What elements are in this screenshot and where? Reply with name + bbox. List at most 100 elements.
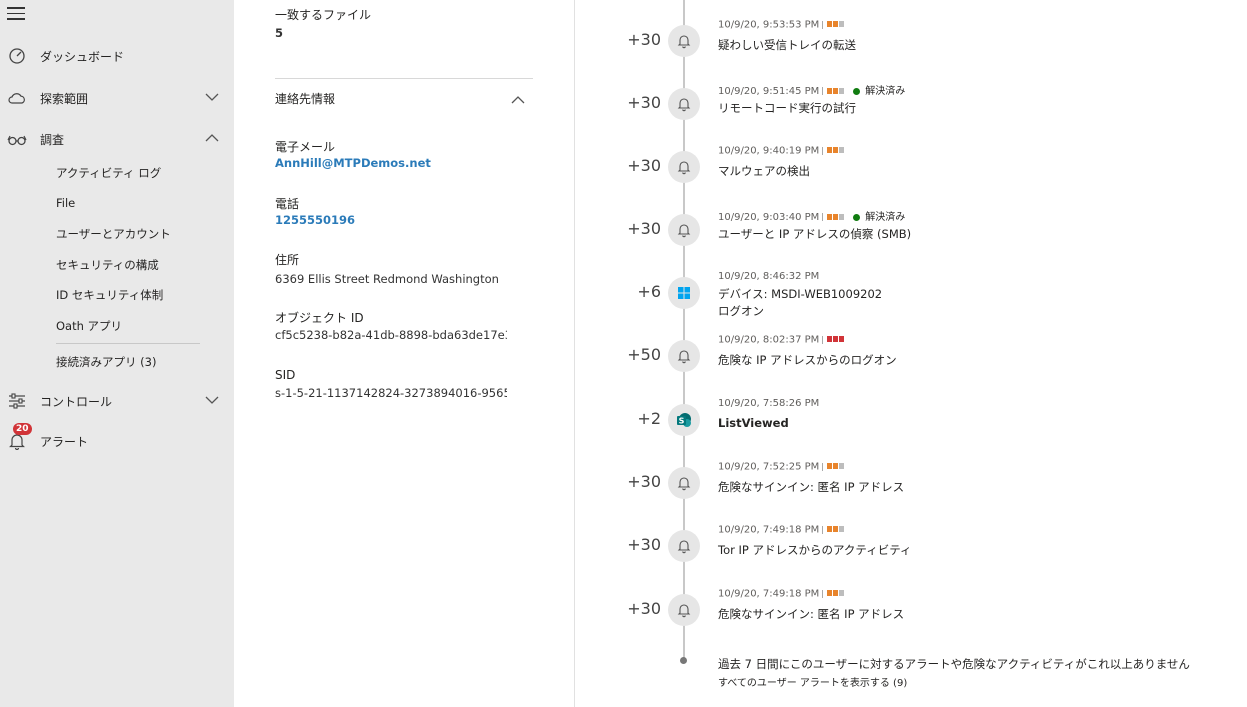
event-title[interactable]: 危険なサインイン: 匿名 IP アドレス: [718, 606, 904, 622]
hamburger-menu-icon[interactable]: [7, 7, 25, 21]
nav-item-dashboard[interactable]: ダッシュボード: [0, 41, 234, 71]
timeline-event[interactable]: +30 10/9/20, 9:03:40 PM 解決済み ユーザーと IP アドレスの…: [575, 202, 1247, 262]
event-risk-score: +30: [627, 30, 661, 49]
event-risk-score: +30: [627, 156, 661, 175]
bell-icon[interactable]: [668, 25, 700, 57]
event-timestamp: 10/9/20, 9:51:45 PM: [718, 86, 820, 97]
timeline-event[interactable]: +30 10/9/20, 7:52:25 PM 危険なサインイン: 匿名 IP アド…: [575, 455, 1247, 515]
severity-indicator-icon: [827, 145, 845, 156]
event-title[interactable]: 疑わしい受信トレイの転送: [718, 37, 856, 53]
timeline-event[interactable]: +2 S 10/9/20, 7:58:26 PM ListViewed: [575, 392, 1247, 452]
bell-icon[interactable]: [668, 594, 700, 626]
timeline-event[interactable]: +30 10/9/20, 9:53:53 PM 疑わしい受信トレイの転送: [575, 13, 1247, 73]
event-title[interactable]: ユーザーと IP アドレスの偵察 (SMB): [718, 226, 911, 242]
nav-item-control[interactable]: コントロール: [0, 386, 234, 416]
subnav-identity-security-posture[interactable]: ID セキュリティ体制: [56, 287, 163, 303]
section-divider: [275, 78, 533, 79]
event-timestamp: 10/9/20, 8:46:32 PM: [718, 271, 820, 282]
event-risk-score: +30: [627, 472, 661, 491]
severity-indicator-icon: [827, 524, 845, 535]
status-dot-icon: [853, 87, 861, 95]
severity-separator: [822, 213, 824, 221]
subnav-connected-apps[interactable]: 接続済みアプリ (3): [56, 354, 156, 370]
nav-item-investigate[interactable]: 調査: [0, 124, 234, 154]
event-timestamp: 10/9/20, 8:02:37 PM: [718, 334, 820, 346]
event-timestamp: 10/9/20, 7:52:25 PM: [718, 461, 820, 473]
timeline-event[interactable]: +30 10/9/20, 9:51:45 PM 解決済み リモートコード実行の試行: [575, 76, 1247, 136]
nav-label-alerts: アラート: [40, 435, 89, 449]
resolved-status: 解決済み: [853, 208, 905, 223]
bell-icon[interactable]: [668, 467, 700, 499]
event-title[interactable]: 危険な IP アドレスからのログオン: [718, 352, 897, 368]
phone-link[interactable]: 1255550196: [275, 213, 355, 227]
event-meta: 10/9/20, 8:46:32 PM: [718, 271, 819, 282]
event-meta: 10/9/20, 9:40:19 PM: [718, 145, 845, 157]
nav-item-discovery[interactable]: 探索範囲: [0, 83, 234, 113]
chevron-up-icon[interactable]: [510, 95, 526, 105]
nav-label-investigate: 調査: [40, 133, 65, 147]
event-risk-score: +30: [627, 93, 661, 112]
phone-label: 電話: [275, 197, 300, 211]
subnav-files[interactable]: File: [56, 196, 75, 210]
contact-info-header[interactable]: 連絡先情報: [275, 90, 335, 107]
matching-files-value: 5: [275, 26, 284, 40]
event-meta: 10/9/20, 9:03:40 PM 解決済み: [718, 208, 905, 223]
event-risk-score: +50: [627, 345, 661, 364]
severity-indicator-icon: [827, 86, 845, 97]
subnav-security-config[interactable]: セキュリティの構成: [56, 257, 159, 273]
timeline-event[interactable]: +30 10/9/20, 7:49:18 PM Tor IP アドレスからのアクティ…: [575, 518, 1247, 578]
sid-label: SID: [275, 368, 296, 382]
event-timestamp: 10/9/20, 9:53:53 PM: [718, 19, 820, 31]
bell-icon[interactable]: [668, 530, 700, 562]
event-timestamp: 10/9/20, 7:58:26 PM: [718, 398, 820, 409]
matching-files-label: 一致するファイル: [275, 8, 372, 22]
severity-indicator-icon: [827, 212, 845, 223]
event-title[interactable]: ListViewed: [718, 416, 789, 430]
bell-icon[interactable]: [668, 88, 700, 120]
bell-icon[interactable]: [668, 214, 700, 246]
subnav-activity-log[interactable]: アクティビティ ログ: [56, 165, 161, 181]
sharepoint-icon[interactable]: S: [668, 404, 700, 436]
timeline-event[interactable]: +6 10/9/20, 8:46:32 PM デバイス: MSDI-WEB10092…: [575, 265, 1247, 325]
subnav-users-accounts[interactable]: ユーザーとアカウント: [56, 226, 171, 242]
view-all-alerts-link[interactable]: すべてのユーザー アラートを表示する (9): [718, 674, 907, 689]
severity-separator: [822, 525, 824, 534]
event-meta: 10/9/20, 7:49:18 PM: [718, 588, 845, 600]
event-title[interactable]: Tor IP アドレスからのアクティビティ: [718, 542, 912, 558]
event-risk-score: +6: [637, 282, 661, 301]
svg-text:S: S: [679, 417, 685, 426]
chevron-down-icon: [205, 93, 219, 101]
windows-logo-icon[interactable]: [668, 277, 700, 309]
event-timestamp: 10/9/20, 7:49:18 PM: [718, 524, 820, 536]
bell-icon[interactable]: [668, 151, 700, 183]
email-link[interactable]: AnnHill@MTPDemos.net: [275, 156, 431, 170]
timeline-footer-message: 過去 7 日間にこのユーザーに対するアラートや危険なアクティビティがこれ以上あり…: [718, 657, 1190, 671]
severity-separator: [822, 335, 824, 344]
event-meta: 10/9/20, 7:58:26 PM: [718, 398, 819, 409]
severity-indicator-icon: [827, 588, 845, 599]
event-title[interactable]: リモートコード実行の試行: [718, 100, 856, 116]
event-risk-score: +30: [627, 535, 661, 554]
event-title[interactable]: 危険なサインイン: 匿名 IP アドレス: [718, 479, 904, 495]
timeline-end-dot: [680, 657, 687, 664]
sid-value: s-1-5-21-1137142824-3273894016-956573327: [275, 386, 507, 400]
bell-icon[interactable]: [668, 340, 700, 372]
timeline-event[interactable]: +50 10/9/20, 8:02:37 PM 危険な IP アドレスからのログオン: [575, 328, 1247, 388]
activity-timeline: +30 10/9/20, 9:53:53 PM 疑わしい受信トレイの転送 +30 10/…: [575, 0, 1247, 707]
subnav-oauth-apps[interactable]: Oath アプリ: [56, 318, 122, 334]
cloud-icon: [8, 93, 25, 104]
event-timestamp: 10/9/20, 7:49:18 PM: [718, 588, 820, 600]
event-title[interactable]: マルウェアの検出: [718, 163, 810, 179]
severity-separator: [822, 146, 824, 155]
nav-item-alerts[interactable]: 20 アラート: [0, 423, 234, 456]
event-meta: 10/9/20, 9:51:45 PM 解決済み: [718, 82, 905, 97]
user-details-panel: 一致するファイル 5 連絡先情報 電子メール AnnHill@MTPDemos.…: [234, 0, 575, 707]
event-risk-score: +2: [637, 409, 661, 428]
event-title[interactable]: デバイス: MSDI-WEB1009202: [718, 286, 882, 302]
email-label: 電子メール: [275, 140, 336, 154]
timeline-event[interactable]: +30 10/9/20, 7:49:18 PM 危険なサインイン: 匿名 IP アド…: [575, 582, 1247, 642]
severity-separator: [822, 20, 824, 29]
timeline-event[interactable]: +30 10/9/20, 9:40:19 PM マルウェアの検出: [575, 139, 1247, 199]
status-label: 解決済み: [865, 212, 906, 223]
alerts-count-badge: 20: [13, 423, 32, 435]
